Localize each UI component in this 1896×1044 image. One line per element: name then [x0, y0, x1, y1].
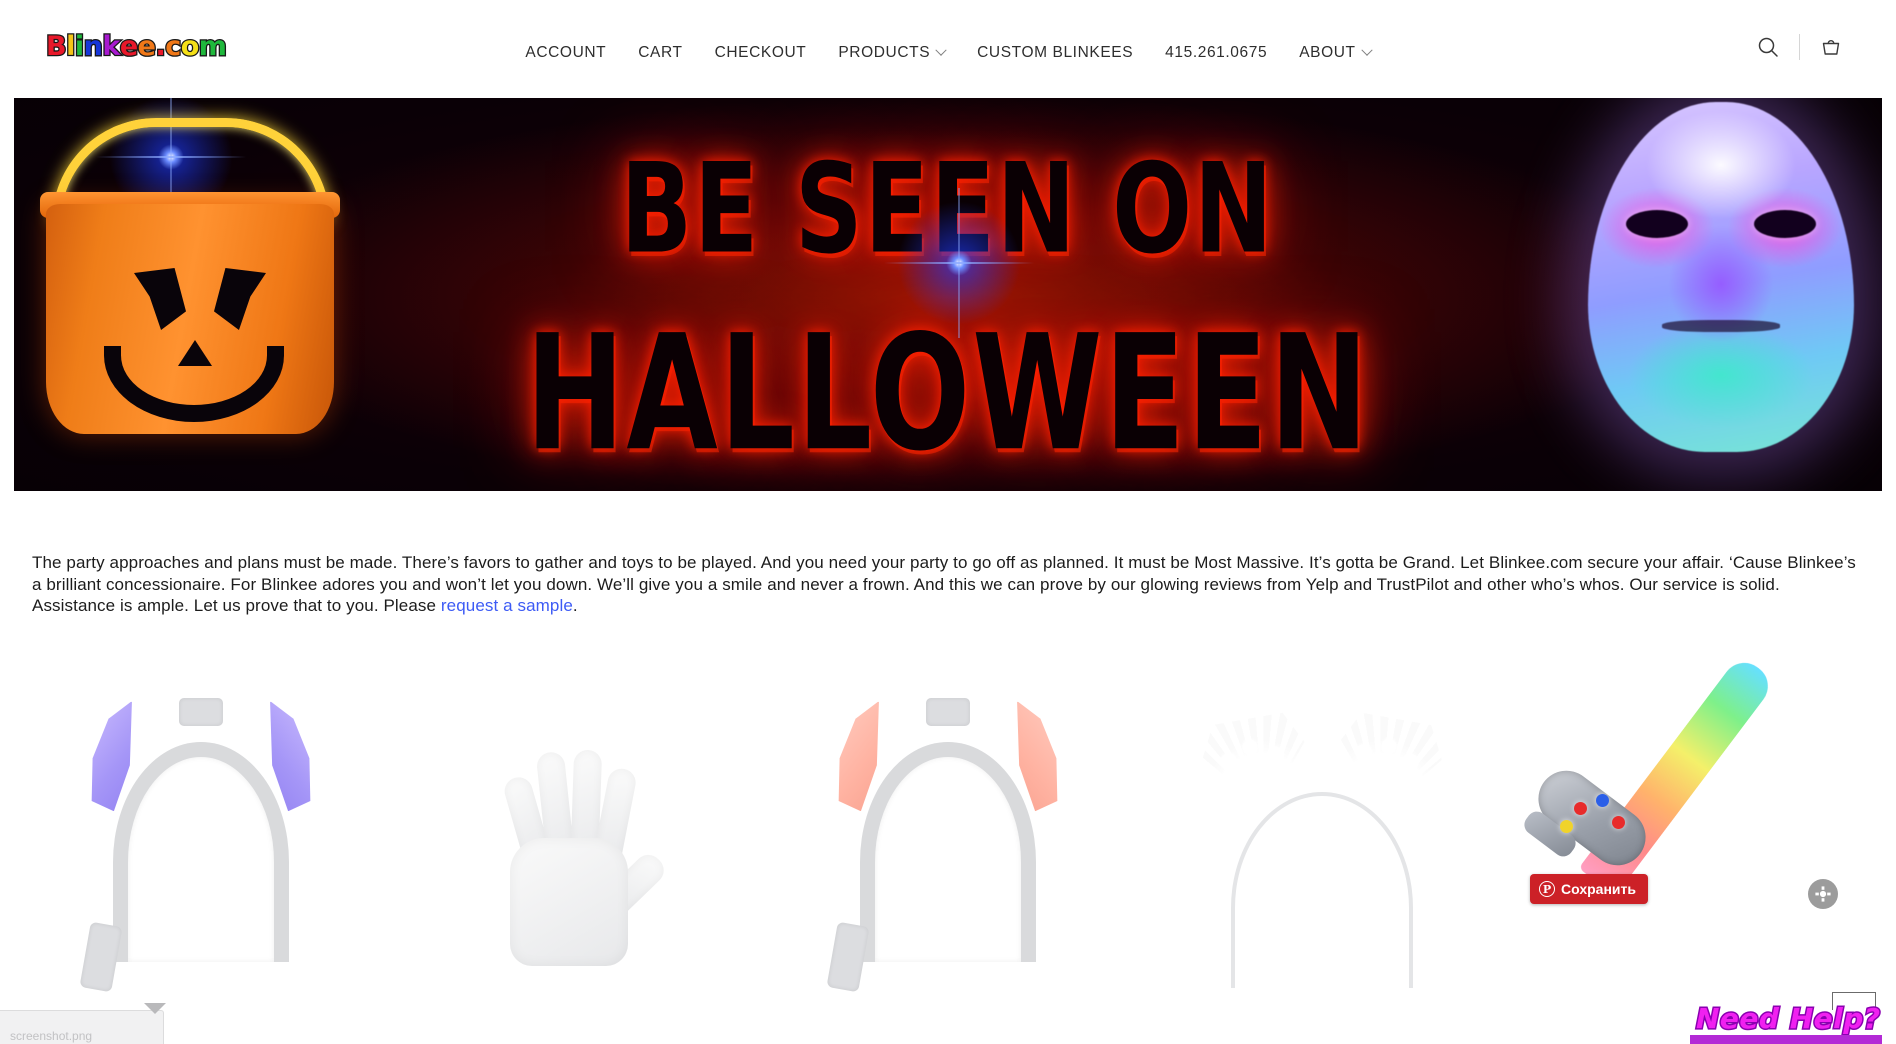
pinterest-icon: P — [1539, 881, 1555, 897]
nav-item-label: ABOUT — [1299, 44, 1356, 61]
nav-item-label: PRODUCTS — [838, 44, 931, 61]
nav-item-label: CUSTOM BLINKEES — [977, 44, 1134, 61]
download-item-bar[interactable]: screenshot.png — [0, 1010, 164, 1044]
nav-item-custom-blinkees[interactable]: CUSTOM BLINKEES — [961, 44, 1149, 62]
pinterest-save-label: Сохранить — [1561, 881, 1636, 897]
glove-palm — [510, 838, 629, 966]
lace-headband-band — [1230, 792, 1413, 988]
lace-cat-ears-headband-image — [1192, 696, 1452, 1026]
site-header: Blinkee.com ACCOUNT CART CHECKOUT PRODUCTS C… — [0, 0, 1896, 98]
search-icon — [1758, 37, 1778, 57]
hero-banner[interactable]: BE SEEN ON HALLOWEEN — [14, 88, 1882, 491]
product-card[interactable] — [14, 680, 388, 1044]
download-caret-icon — [144, 1003, 166, 1014]
headband-light-module — [178, 698, 223, 726]
headband-battery-pack — [79, 921, 123, 993]
expand-move-icon — [1815, 886, 1831, 902]
cart-button[interactable] — [1808, 30, 1854, 64]
horn-left — [816, 700, 906, 816]
need-help-label: Need Help? — [1695, 1001, 1882, 1037]
mask-eye-left — [1626, 210, 1688, 238]
shopping-basket-icon — [1822, 40, 1840, 55]
search-button[interactable] — [1745, 30, 1791, 64]
header-actions — [1745, 30, 1854, 64]
nav-item-label: 415.261.0675 — [1165, 44, 1268, 61]
product-card[interactable] — [1135, 680, 1509, 1044]
nav-item-label: CART — [638, 44, 683, 61]
nav-item-label: CHECKOUT — [714, 44, 807, 61]
nav-item-account[interactable]: ACCOUNT — [509, 44, 622, 62]
nav-item-checkout[interactable]: CHECKOUT — [699, 44, 823, 62]
nav-item-products[interactable]: PRODUCTS — [822, 44, 961, 62]
headband-light-module — [925, 698, 970, 726]
expand-image-button[interactable] — [1808, 879, 1838, 909]
horn-right — [990, 700, 1080, 816]
devil-horns-headband-pink-image — [818, 696, 1078, 1026]
nav-item-415-261-0675[interactable]: 415.261.0675 — [1149, 44, 1283, 62]
nav-item-label: ACCOUNT — [525, 44, 607, 61]
nav-item-about[interactable]: ABOUT — [1283, 44, 1386, 62]
horn-left — [69, 700, 159, 816]
nav-item-cart[interactable]: CART — [622, 44, 698, 62]
product-card[interactable] — [388, 680, 762, 1044]
mask-mouth — [1662, 320, 1780, 332]
product-card[interactable] — [1508, 654, 1882, 1044]
need-help-underline — [1690, 1035, 1882, 1044]
main-navigation: ACCOUNT CART CHECKOUT PRODUCTS CUSTOM BLINKE… — [0, 44, 1896, 62]
pinterest-save-button[interactable]: P Сохранить — [1530, 874, 1648, 904]
product-card[interactable] — [761, 680, 1135, 1044]
download-item-label: screenshot.png — [10, 1029, 93, 1043]
chevron-down-icon — [1360, 44, 1373, 56]
mask-eye-right — [1754, 210, 1816, 238]
need-help-widget[interactable]: Need Help? — [1690, 992, 1882, 1044]
devil-horns-headband-purple-image — [71, 696, 331, 1026]
chevron-down-icon — [935, 44, 947, 56]
horn-right — [243, 700, 333, 816]
request-a-sample-link[interactable]: request a sample — [441, 596, 573, 615]
product-row — [14, 654, 1882, 1044]
light-up-sequin-glove-image — [488, 728, 670, 966]
header-divider — [1799, 34, 1800, 60]
jack-o-lantern-bucket-image — [28, 108, 348, 448]
rainbow-led-sword-image — [1516, 604, 1846, 904]
intro-text-after-link: . — [572, 596, 578, 615]
headband-battery-pack — [826, 921, 870, 993]
